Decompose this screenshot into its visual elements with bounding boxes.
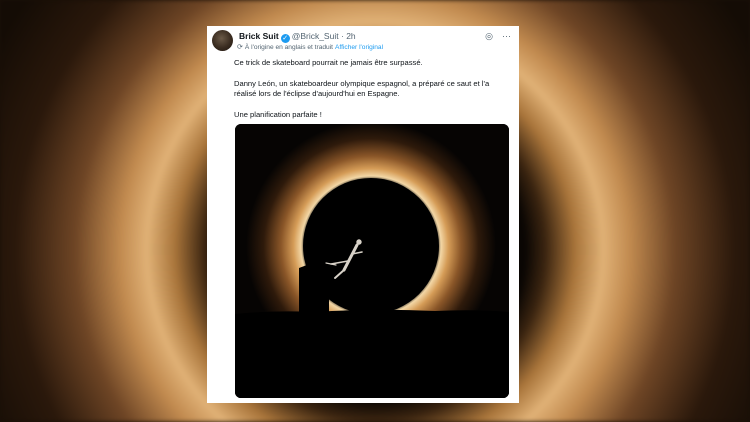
tweet-media-image[interactable] — [235, 124, 509, 398]
tweet-text-line: Une planification parfaite ! — [234, 109, 322, 119]
eclipse-photo — [235, 124, 509, 398]
translation-note: ⟳ À l'origine en anglais et traduit Affich… — [237, 44, 383, 52]
show-original-link[interactable]: Afficher l'original — [335, 44, 383, 51]
header-actions: ◎ ··· — [476, 31, 511, 42]
tweet-text-line: Danny León, un skateboardeur olympique e… — [234, 78, 490, 99]
verified-badge-icon: ✓ — [280, 34, 290, 43]
more-icon[interactable]: ··· — [502, 31, 511, 41]
grok-icon[interactable]: ◎ — [485, 31, 493, 41]
author-row: Brick Suit ✓ @Brick_Suit · 2h — [239, 31, 356, 43]
tweet-header: Brick Suit ✓ @Brick_Suit · 2h ◎ ··· ⟳ À l'or… — [207, 26, 519, 52]
author-handle[interactable]: @Brick_Suit — [292, 31, 339, 41]
translate-icon: ⟳ — [237, 44, 243, 51]
tweet-card: Brick Suit ✓ @Brick_Suit · 2h ◎ ··· ⟳ À l'or… — [207, 26, 519, 403]
tweet-text: Ce trick de skateboard pourrait ne jamai… — [234, 58, 512, 130]
separator: · — [340, 31, 344, 41]
ground-silhouette — [235, 309, 509, 398]
translation-text: À l'origine en anglais et traduit — [244, 44, 334, 51]
timestamp[interactable]: 2h — [346, 31, 355, 41]
avatar[interactable] — [212, 30, 233, 51]
author-name[interactable]: Brick Suit — [239, 31, 279, 41]
tweet-text-line: Ce trick de skateboard pourrait ne jamai… — [234, 58, 423, 67]
